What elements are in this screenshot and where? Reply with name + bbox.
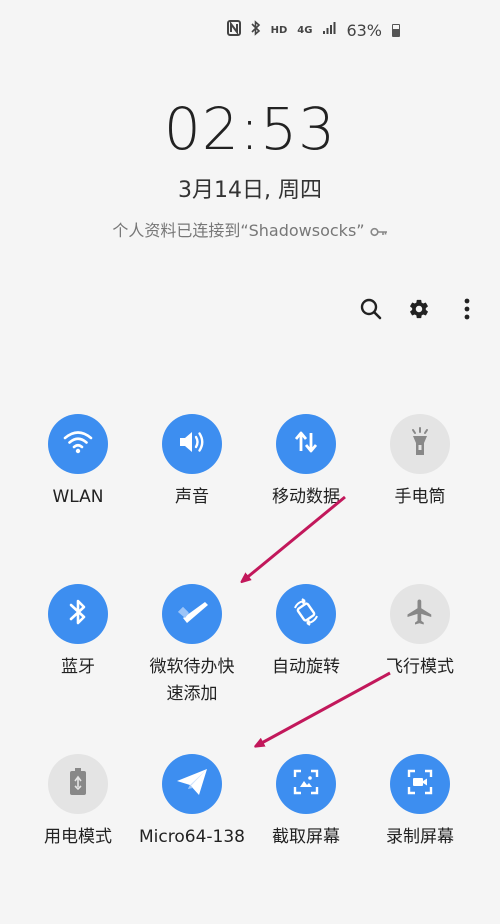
battery-icon [392,23,400,37]
tile-label: WLAN [52,487,104,507]
tile-label: 微软待办快 速添加 [137,654,247,708]
volume-icon [177,429,207,459]
status-bar: HD 4G 63% [226,20,400,40]
tile-label-line-1: 微软待办快 [149,657,235,677]
search-icon [360,298,382,324]
tile-auto-rotate-toggle[interactable] [276,584,336,644]
tile-label: 用电模式 [44,827,112,847]
rotate-icon [291,597,321,631]
tile-bluetooth-toggle[interactable] [48,584,108,644]
settings-button[interactable] [406,292,432,330]
vpn-status-text: 个人资料已连接到“Shadowsocks” [112,221,365,240]
tile-screen-record-toggle[interactable] [390,754,450,814]
nfc-icon [226,20,241,40]
tile-todo-quick-add[interactable]: 微软待办快 速添加 [135,584,249,754]
tile-label: 移动数据 [272,487,340,507]
todo-check-icon [175,599,209,629]
screenshot-icon [292,768,320,800]
tile-label: 录制屏幕 [386,827,454,847]
key-icon [370,221,388,240]
tile-mobile-data-toggle[interactable] [276,414,336,474]
tile-airplane-mode[interactable]: 飞行模式 [363,584,477,754]
tile-sound[interactable]: 声音 [135,414,249,584]
clock-date: 3月14日, 周四 [178,178,322,203]
tile-flashlight[interactable]: 手电筒 [363,414,477,584]
search-button[interactable] [358,292,384,330]
tile-screenshot-toggle[interactable] [276,754,336,814]
vpn-status: 个人资料已连接到“Shadowsocks” [0,217,500,241]
tile-label: 截取屏幕 [272,827,340,847]
tile-flashlight-toggle[interactable] [390,414,450,474]
tile-auto-rotate[interactable]: 自动旋转 [249,584,363,754]
power-mode-icon [67,767,89,801]
tile-label: 自动旋转 [272,657,340,677]
tile-label: 手电筒 [394,487,446,507]
tile-bluetooth[interactable]: 蓝牙 [21,584,135,754]
network-type: 4G [297,24,313,36]
tile-screenshot[interactable]: 截取屏幕 [249,754,363,924]
tile-label: 声音 [175,487,209,507]
tile-label-line-2: 速添加 [166,684,218,704]
tile-label: 蓝牙 [61,657,95,677]
tile-label: 飞行模式 [386,657,454,677]
screen-record-icon [406,768,434,800]
more-vert-icon [464,298,470,324]
clock-time: 02:53 [163,95,337,163]
signal-icon [322,21,336,39]
quick-panel-toolbar [358,292,480,330]
tile-label: Micro64-138 [139,827,245,847]
send-icon [175,767,209,801]
data-arrows-icon [292,428,320,460]
flashlight-icon [408,427,432,461]
wifi-icon [63,430,93,458]
quick-settings-grid: WLAN 声音 移动数据 手电筒 蓝牙 微软待办快 速添加 自动旋转 飞行模式 … [0,414,500,924]
tile-wlan-toggle[interactable] [48,414,108,474]
tile-power-mode-toggle[interactable] [48,754,108,814]
more-options-button[interactable] [454,292,480,330]
tile-todo-quick-add-toggle[interactable] [162,584,222,644]
tile-micro64[interactable]: Micro64-138 [135,754,249,924]
tile-mobile-data[interactable]: 移动数据 [249,414,363,584]
tile-micro64-toggle[interactable] [162,754,222,814]
tile-sound-toggle[interactable] [162,414,222,474]
tile-wlan[interactable]: WLAN [21,414,135,584]
tile-power-mode[interactable]: 用电模式 [21,754,135,924]
tile-airplane-mode-toggle[interactable] [390,584,450,644]
hd-indicator: HD [270,24,288,36]
bluetooth-status-icon [251,20,261,40]
bluetooth-icon [69,598,87,630]
airplane-icon [405,597,435,631]
battery-percent: 63% [346,20,382,40]
tile-screen-record[interactable]: 录制屏幕 [363,754,477,924]
gear-icon [408,298,430,324]
